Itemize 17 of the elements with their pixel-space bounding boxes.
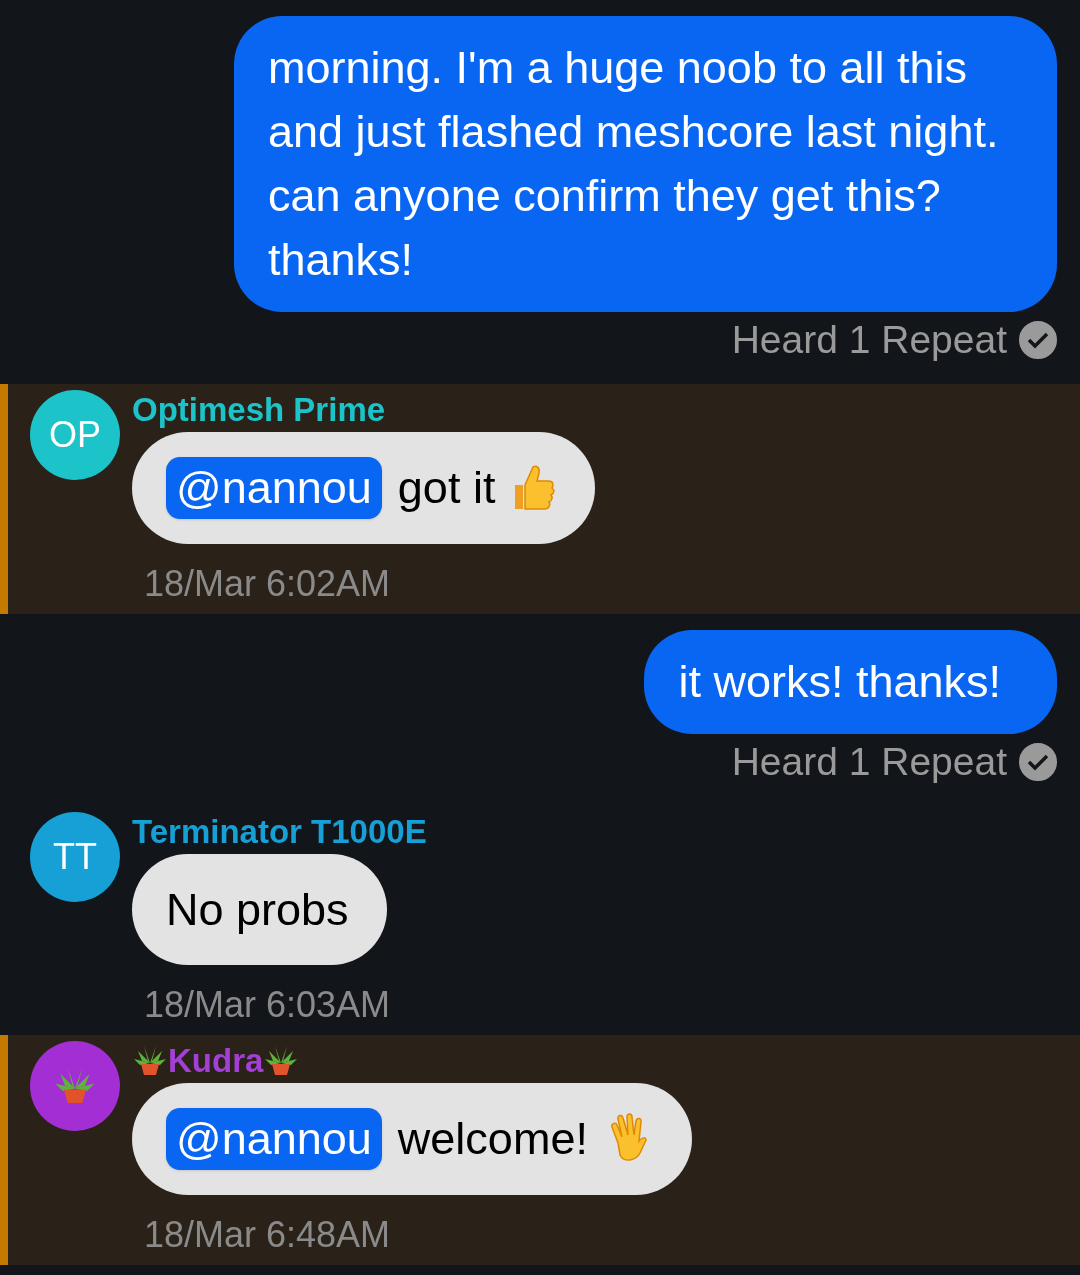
timestamp: 18/Mar 6:03AM [144, 985, 391, 1025]
message-text: No probs [166, 882, 349, 937]
timestamp: 18/Mar 6:48AM [144, 1214, 391, 1255]
avatar: TT [30, 811, 120, 902]
mention-chip[interactable]: @nannou [166, 1107, 382, 1170]
sent-message-bubble: morning. I'm a huge noob to all this and just flashed meshcore last night. can anyone confirm they get this? thanks! [234, 16, 1057, 312]
author-name: Optimesh Prime [132, 390, 386, 430]
author-name: Kudra [168, 1041, 264, 1081]
message-text: welcome! [397, 1112, 588, 1166]
sent-message-bubble: it works! thanks! [644, 629, 1057, 734]
delivery-status: Heard 1 Repeat [731, 317, 1007, 363]
message-text: got it [397, 461, 496, 515]
timestamp: 18/Mar 6:02AM [144, 563, 391, 604]
author-name: Terminator T1000E [132, 811, 427, 852]
delivery-status: Heard 1 Repeat [731, 738, 1007, 785]
avatar: OP [30, 390, 120, 480]
mention-chip[interactable]: @nannou [166, 456, 382, 519]
